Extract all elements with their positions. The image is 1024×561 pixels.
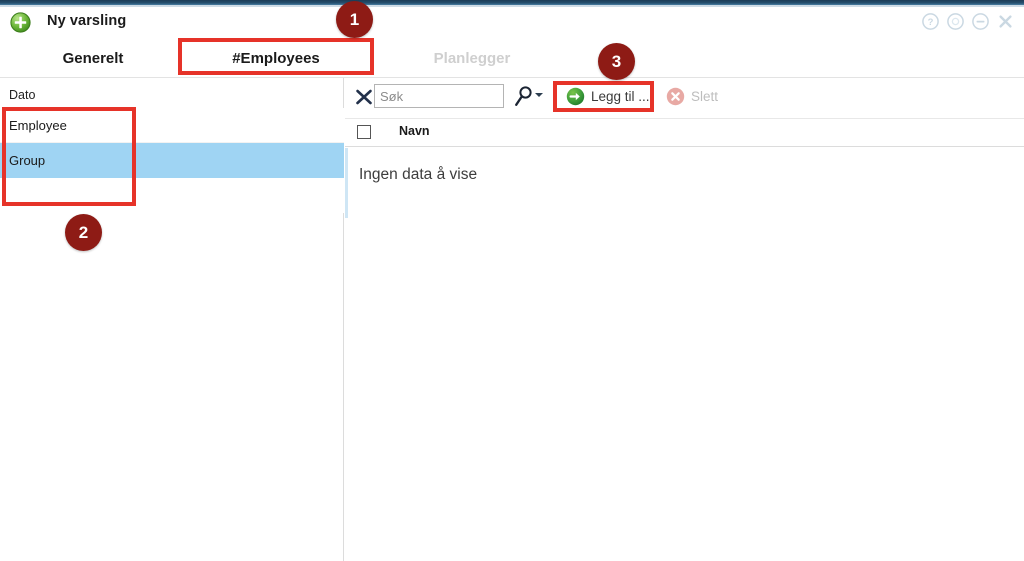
- grid-empty-message: Ingen data å vise: [359, 166, 478, 183]
- green-plus-circle-icon: [10, 12, 31, 33]
- tab-employees[interactable]: #Employees: [178, 38, 374, 78]
- green-arrow-circle-icon: [566, 87, 585, 106]
- content-area: Dato Employee Group Søk Legg til ... Sle…: [0, 78, 1024, 561]
- tab-bar: Generelt #Employees Planlegger: [0, 38, 1024, 78]
- delete-button-label: Slett: [691, 88, 719, 104]
- add-button-label: Legg til ...: [591, 88, 650, 104]
- annotation-badge-3: 3: [598, 43, 635, 80]
- list-item-blank[interactable]: [0, 178, 344, 213]
- magnifier-icon[interactable]: [513, 84, 535, 109]
- help-icon[interactable]: ?: [922, 13, 939, 30]
- tab-generelt[interactable]: Generelt: [8, 38, 178, 78]
- grid-left-edge-accent: [345, 148, 348, 218]
- right-pane: Legg til ... Slett Navn: [345, 78, 1024, 561]
- close-x-icon[interactable]: [354, 87, 374, 107]
- left-pane-list[interactable]: Employee Group: [0, 108, 344, 213]
- dato-label: Dato: [9, 88, 36, 102]
- application-window: Ny varsling ? Generelt #Employees Planle…: [0, 0, 1024, 561]
- minimize-icon[interactable]: [972, 13, 989, 30]
- list-item-label: Group: [9, 153, 46, 168]
- tab-planlegger: Planlegger: [433, 49, 511, 67]
- restore-icon[interactable]: [947, 13, 964, 30]
- list-item-label: Employee: [9, 117, 67, 133]
- delete-button: Slett: [660, 83, 724, 109]
- grid-toolbar: Legg til ... Slett: [345, 78, 1024, 118]
- window-controls: ?: [922, 13, 1014, 30]
- svg-text:?: ?: [928, 17, 934, 28]
- window-title: Ny varsling: [47, 13, 127, 29]
- select-all-checkbox[interactable]: [357, 125, 371, 139]
- grid-body: Ingen data å vise: [345, 148, 1024, 561]
- caret-down-icon[interactable]: [535, 93, 543, 97]
- list-item-group[interactable]: Group: [0, 143, 344, 178]
- annotation-badge-2: 2: [65, 214, 102, 251]
- left-pane: Dato Employee Group: [0, 78, 344, 561]
- title-bar: Ny varsling ?: [0, 7, 1024, 38]
- red-x-circle-icon: [666, 87, 685, 106]
- search-input[interactable]: [374, 84, 504, 108]
- list-item-employee[interactable]: Employee: [0, 108, 344, 143]
- add-button[interactable]: Legg til ...: [560, 83, 656, 109]
- grid-header-row: Navn: [345, 119, 1024, 147]
- annotation-badge-1: 1: [336, 1, 373, 38]
- column-header-navn[interactable]: Navn: [399, 124, 430, 138]
- close-icon[interactable]: [997, 13, 1014, 30]
